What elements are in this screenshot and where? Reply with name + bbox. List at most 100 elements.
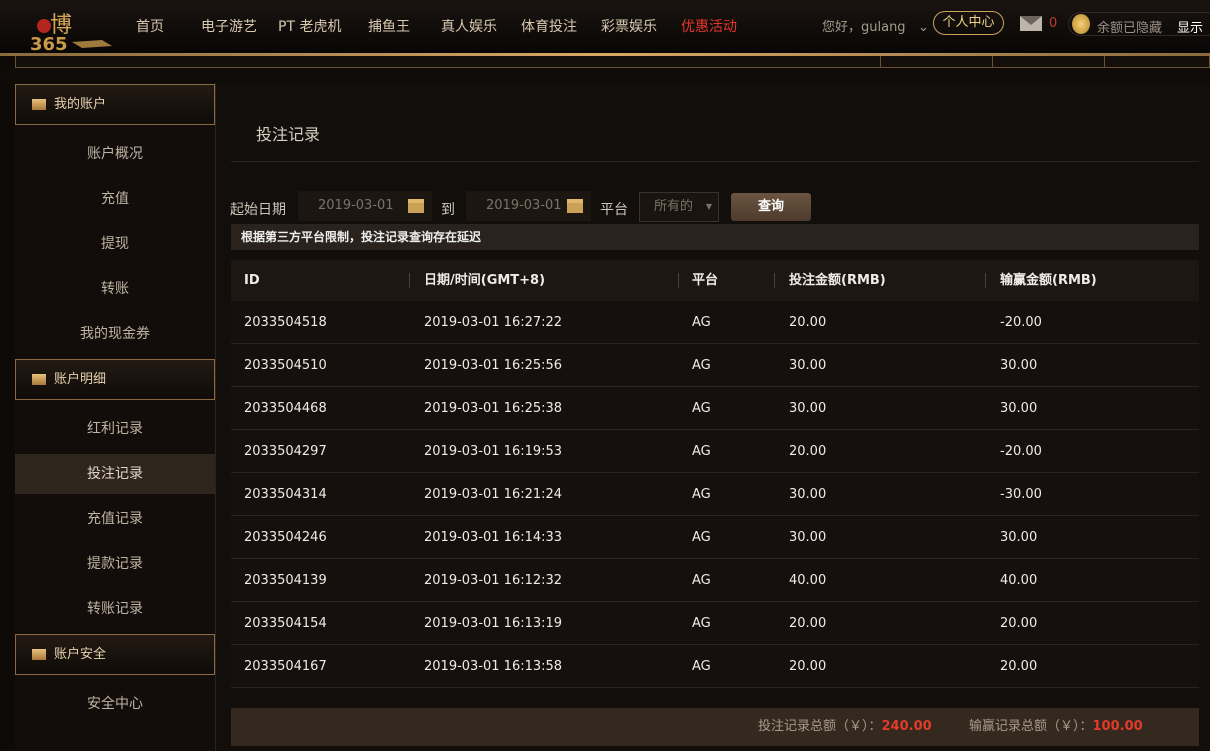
- show-balance-button[interactable]: 显示: [1177, 17, 1203, 36]
- table-cell: 20.00: [789, 616, 827, 631]
- decor-strip: [0, 68, 1210, 84]
- balance-hidden-text: 余额已隐藏: [1097, 21, 1163, 36]
- table-cell: 2033504154: [244, 616, 327, 631]
- table-cell: 2033504167: [244, 659, 327, 674]
- calendar-icon[interactable]: [408, 199, 424, 213]
- table-cell: 40.00: [1000, 573, 1038, 588]
- table-cell: AG: [692, 616, 711, 631]
- bet-total-value: 240.00: [881, 719, 932, 734]
- column-header: 日期/时间(GMT+8): [424, 273, 546, 288]
- nav-item[interactable]: 优惠活动: [681, 16, 737, 36]
- table-cell: AG: [692, 573, 711, 588]
- shield-icon: [32, 649, 46, 660]
- table-cell: 2033504510: [244, 358, 327, 373]
- start-date-label: 起始日期: [230, 202, 286, 218]
- card-icon: [32, 99, 46, 110]
- table-cell: 30.00: [789, 358, 827, 373]
- chevron-down-icon: ⌄: [909, 20, 929, 35]
- sidebar-item[interactable]: 红利记录: [15, 409, 215, 449]
- table-cell: 20.00: [1000, 616, 1038, 631]
- table-cell: 40.00: [789, 573, 827, 588]
- table-cell: 2019-03-01 16:25:38: [424, 401, 563, 416]
- table-cell: -20.00: [1000, 315, 1042, 330]
- platform-label: 平台: [600, 202, 628, 218]
- nav-item[interactable]: 真人娱乐: [441, 16, 497, 36]
- column-separator: [985, 273, 986, 288]
- column-header: 输赢金额(RMB): [1000, 273, 1097, 288]
- sidebar-item[interactable]: 充值: [15, 179, 215, 219]
- win-total-label: 输赢记录总额（￥）：: [969, 719, 1093, 734]
- section-label: 账户安全: [54, 647, 107, 662]
- sidebar: 我的账户账户概况充值提现转账我的现金券账户明细红利记录投注记录充值记录提款记录转…: [15, 83, 216, 751]
- svg-text:365: 365: [30, 34, 68, 52]
- totals-bar: 投注记录总额（￥）：240.00 输赢记录总额（￥）：100.00: [231, 708, 1199, 746]
- sidebar-section-header[interactable]: 账户安全: [15, 634, 215, 675]
- win-total-value: 100.00: [1092, 719, 1143, 734]
- sidebar-section-header[interactable]: 账户明细: [15, 359, 215, 400]
- sidebar-item[interactable]: 提现: [15, 224, 215, 264]
- table-cell: 30.00: [1000, 401, 1038, 416]
- mail-count: 0: [1049, 16, 1058, 31]
- nav-item[interactable]: 电子游艺: [201, 16, 257, 36]
- table-cell: 2033504297: [244, 444, 327, 459]
- table-header: ID 日期/时间(GMT+8) 平台 投注金额(RMB) 输赢金额(RMB): [231, 260, 1199, 301]
- query-button[interactable]: 查询: [731, 193, 811, 221]
- sidebar-item[interactable]: 转账记录: [15, 589, 215, 629]
- end-date-input[interactable]: 2019-03-01: [466, 191, 591, 221]
- main-panel: 投注记录 起始日期 2019-03-01 到 2019-03-01 平台 所有的…: [216, 83, 1210, 751]
- nav-item[interactable]: 首页: [136, 16, 164, 36]
- sidebar-item[interactable]: 提款记录: [15, 544, 215, 584]
- dropdown-arrow-icon: ▼: [705, 202, 712, 211]
- table-cell: 2019-03-01 16:13:19: [424, 616, 563, 631]
- table-row: 2033504468 2019-03-01 16:25:38 AG 30.00 30.0…: [231, 387, 1199, 430]
- table-cell: 30.00: [1000, 530, 1038, 545]
- table-cell: AG: [692, 659, 711, 674]
- table-cell: 2033504139: [244, 573, 327, 588]
- table-cell: 20.00: [789, 659, 827, 674]
- table-cell: 2019-03-01 16:14:33: [424, 530, 563, 545]
- table-row: 2033504314 2019-03-01 16:21:24 AG 30.00 -30.…: [231, 473, 1199, 516]
- calendar-icon[interactable]: [567, 199, 583, 213]
- table-cell: -30.00: [1000, 487, 1042, 502]
- sidebar-item[interactable]: 充值记录: [15, 499, 215, 539]
- table-row: 2033504246 2019-03-01 16:14:33 AG 30.00 30.0…: [231, 516, 1199, 559]
- column-header: 投注金额(RMB): [789, 273, 886, 288]
- table-cell: 30.00: [789, 530, 827, 545]
- personal-center-button[interactable]: 个人中心: [933, 11, 1004, 35]
- user-greeting[interactable]: 您好，gulang ⌄: [822, 16, 929, 35]
- table-cell: 2033504314: [244, 487, 327, 502]
- nav-item[interactable]: 体育投注: [521, 16, 577, 36]
- decor-band: [15, 56, 1210, 68]
- column-separator: [678, 273, 679, 288]
- table-cell: 2033504468: [244, 401, 327, 416]
- sidebar-item[interactable]: 账户概况: [15, 134, 215, 174]
- bet-records-table: ID 日期/时间(GMT+8) 平台 投注金额(RMB) 输赢金额(RMB) 203350…: [231, 260, 1199, 688]
- table-row: 2033504167 2019-03-01 16:13:58 AG 20.00 20.0…: [231, 645, 1199, 688]
- table-row: 2033504297 2019-03-01 16:19:53 AG 20.00 -20.…: [231, 430, 1199, 473]
- mail-icon[interactable]: [1020, 16, 1042, 31]
- nav-item[interactable]: 捕鱼王: [368, 16, 410, 36]
- column-separator: [774, 273, 775, 288]
- table-cell: AG: [692, 530, 711, 545]
- bet-total-label: 投注记录总额（￥）：: [758, 719, 882, 734]
- table-row: 2033504518 2019-03-01 16:27:22 AG 20.00 -20.…: [231, 301, 1199, 344]
- sidebar-item[interactable]: 投注记录: [15, 454, 215, 494]
- sidebar-item[interactable]: 我的现金券: [15, 314, 215, 354]
- table-cell: AG: [692, 358, 711, 373]
- sidebar-item[interactable]: 安全中心: [15, 684, 215, 724]
- logo[interactable]: 博 365: [22, 6, 134, 55]
- nav-item[interactable]: 彩票娱乐: [601, 16, 657, 36]
- start-date-input[interactable]: 2019-03-01: [298, 191, 432, 221]
- sidebar-item[interactable]: 转账: [15, 269, 215, 309]
- table-cell: 30.00: [1000, 358, 1038, 373]
- page-title: 投注记录: [256, 125, 321, 144]
- table-row: 2033504510 2019-03-01 16:25:56 AG 30.00 30.0…: [231, 344, 1199, 387]
- table-cell: 2019-03-01 16:13:58: [424, 659, 563, 674]
- start-date-value: 2019-03-01: [318, 198, 394, 213]
- delay-notice: 根据第三方平台限制，投注记录查询存在延迟: [231, 224, 1199, 250]
- platform-select[interactable]: 所有的 ▼: [639, 192, 719, 222]
- nav-item[interactable]: PT 老虎机: [278, 16, 341, 36]
- section-label: 我的账户: [54, 97, 107, 112]
- table-cell: 30.00: [789, 401, 827, 416]
- sidebar-section-header[interactable]: 我的账户: [15, 84, 215, 125]
